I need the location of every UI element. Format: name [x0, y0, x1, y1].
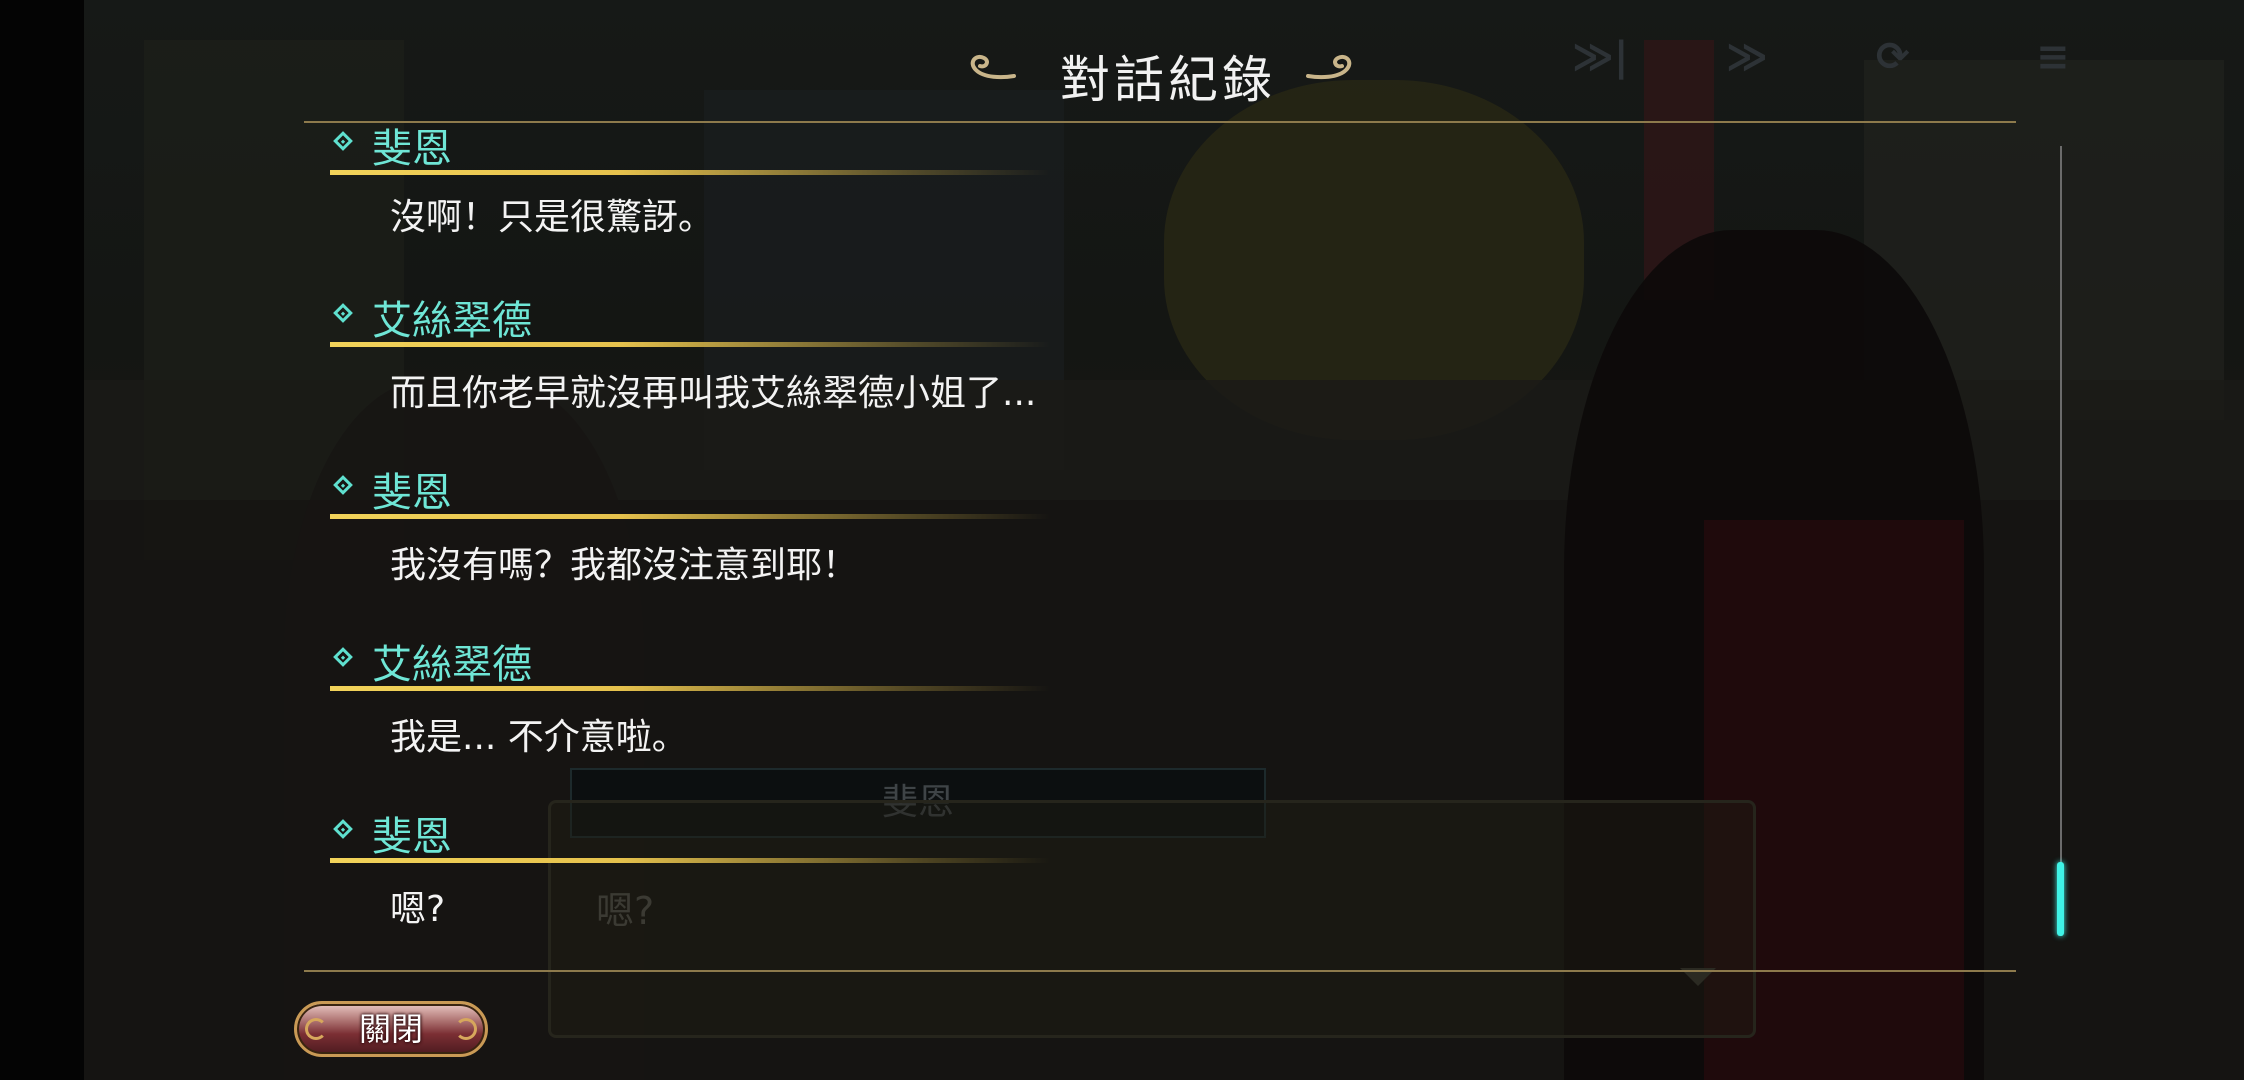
speaker-underline — [330, 170, 1050, 175]
dialogue-text: 沒啊！只是很驚訝。 — [390, 197, 715, 238]
left-flourish-icon — [970, 55, 1016, 80]
fast-forward-icon[interactable]: ≫| — [1572, 34, 1628, 80]
scrollbar-track[interactable] — [2060, 146, 2062, 936]
speaker-underline — [330, 514, 1050, 519]
game-screen: 斐恩 嗯? ≫| ≫ ⟳ ≡ 對話紀錄 斐恩 沒啊！只是很驚訝。 艾絲翠德 而且… — [0, 0, 2244, 1080]
auto-icon[interactable]: ⟳ — [1876, 34, 1910, 80]
dialogue-log[interactable]: 斐恩 沒啊！只是很驚訝。 艾絲翠德 而且你老早就沒再叫我艾絲翠德小姐了... 斐… — [330, 120, 2030, 970]
dialogue-text: 我是... 不介意啦。 — [390, 717, 688, 758]
speaker-underline — [330, 858, 1050, 863]
speaker-name: 斐恩 — [372, 814, 452, 860]
bottom-divider — [304, 970, 2016, 972]
diamond-bullet-icon — [333, 819, 353, 839]
skip-icon[interactable]: ≫ — [1726, 34, 1768, 80]
dialogue-text: 而且你老早就沒再叫我艾絲翠德小姐了... — [390, 373, 1037, 414]
page-title: 對話紀錄 — [1060, 51, 1276, 109]
close-button-label: 關閉 — [358, 1010, 423, 1048]
speaker-underline — [330, 342, 1050, 347]
diamond-bullet-icon — [333, 475, 353, 495]
diamond-bullet-icon — [333, 303, 353, 323]
speaker-name: 艾絲翠德 — [372, 298, 532, 344]
speaker-underline — [330, 686, 1050, 691]
close-button[interactable]: 關閉 — [294, 1001, 488, 1057]
dialogue-text: 我沒有嗎？我都沒注意到耶！ — [390, 545, 859, 586]
right-flourish-icon — [1306, 55, 1352, 80]
button-ornament-icon — [455, 1018, 477, 1040]
diamond-bullet-icon — [333, 131, 353, 151]
diamond-bullet-icon — [333, 647, 353, 667]
scrollbar-thumb[interactable] — [2057, 862, 2064, 936]
speaker-name: 斐恩 — [372, 470, 452, 516]
log-icon[interactable]: ≡ — [2036, 34, 2070, 80]
speaker-name: 斐恩 — [372, 126, 452, 172]
speaker-name: 艾絲翠德 — [372, 642, 532, 688]
dialogue-text: 嗯? — [390, 889, 446, 930]
button-ornament-icon — [305, 1018, 327, 1040]
